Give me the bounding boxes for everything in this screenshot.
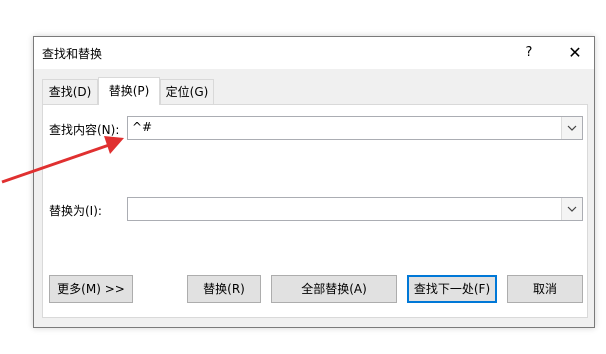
- help-button[interactable]: ?: [516, 41, 542, 65]
- tab-find[interactable]: 查找(D): [42, 79, 98, 104]
- replace-all-button[interactable]: 全部替换(A): [271, 275, 397, 303]
- find-what-value: ^#: [132, 120, 153, 134]
- chevron-down-icon[interactable]: [561, 198, 582, 220]
- tab-replace[interactable]: 替换(P): [98, 77, 160, 105]
- find-replace-dialog: 查找和替换 ? ✕ 查找(D) 替换(P) 定位(G) 查找内容(N): ^# …: [33, 36, 595, 328]
- more-button[interactable]: 更多(M) >>: [49, 275, 133, 303]
- replace-with-combobox[interactable]: [127, 197, 583, 221]
- replace-with-label: 替换为(I):: [49, 204, 102, 218]
- find-what-label: 查找内容(N):: [49, 123, 120, 137]
- cancel-button[interactable]: 取消: [507, 275, 583, 303]
- dialog-title: 查找和替换: [42, 47, 103, 61]
- chevron-down-icon[interactable]: [561, 117, 582, 139]
- close-button[interactable]: ✕: [562, 41, 588, 65]
- replace-panel: 查找内容(N): ^# 替换为(I): 更多(M) >> 替换(R) 全部替换(…: [42, 104, 588, 318]
- replace-button[interactable]: 替换(R): [187, 275, 261, 303]
- find-next-button[interactable]: 查找下一处(F): [407, 275, 497, 303]
- tab-goto[interactable]: 定位(G): [160, 79, 214, 104]
- title-bar: 查找和替换 ? ✕: [34, 37, 594, 69]
- find-what-combobox[interactable]: ^#: [127, 116, 583, 140]
